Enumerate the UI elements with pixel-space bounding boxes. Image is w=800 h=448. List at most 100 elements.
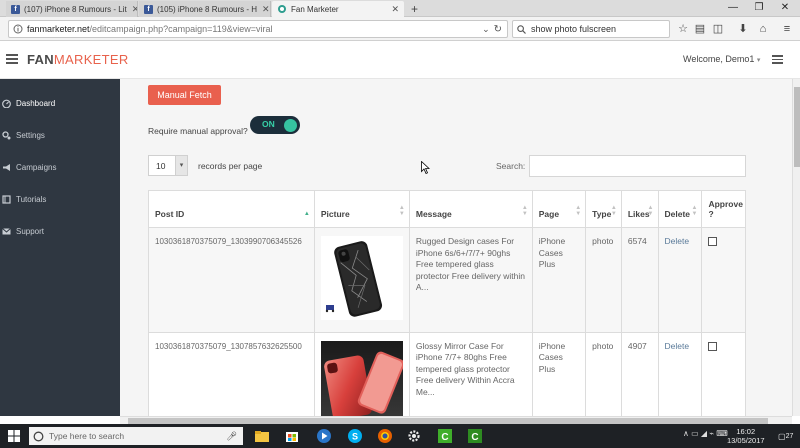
welcome-text: Welcome, Demo1 (683, 54, 755, 64)
system-tray[interactable]: ∧ ▭ ◢ ⌁ ⌨ (683, 429, 728, 438)
header-label: Type (592, 209, 612, 219)
header-label: Message (415, 209, 452, 219)
table-search-input[interactable] (529, 155, 746, 177)
close-icon[interactable]: ✕ (386, 4, 399, 15)
sidebar-item-support[interactable]: Support (0, 221, 120, 241)
fan-marketer-favicon (278, 5, 286, 13)
column-header-type[interactable]: Type ▲ ▼ (585, 190, 622, 228)
dashboard-icon (2, 99, 11, 108)
bookmark-star-icon[interactable]: ☆ (676, 21, 690, 37)
manual-fetch-button[interactable]: Manual Fetch (148, 85, 221, 105)
store-icon[interactable] (284, 428, 300, 444)
posts-table: Post ID ▲ Picture ▲ ▼ Message ▲ ▼ Page ▲ ▼ Type… (148, 190, 746, 416)
skype-icon[interactable]: S (347, 428, 363, 444)
sort-icon: ▲ ▼ (610, 205, 617, 217)
sidebar-item-dashboard[interactable]: Dashboard (0, 93, 120, 113)
close-icon[interactable]: ✕ (257, 4, 270, 15)
sidebar-item-tutorials[interactable]: Tutorials (0, 189, 120, 209)
records-per-page-label: records per page (198, 161, 263, 171)
dropdown-chevron-icon[interactable]: ⌄ (482, 24, 490, 35)
header-label: Likes (627, 209, 650, 219)
header-label: Delete (664, 209, 691, 219)
taskbar-clock[interactable]: 16:02 13/05/2017 (727, 427, 765, 445)
sidebar-item-campaigns[interactable]: Campaigns (0, 157, 120, 177)
header-label: Approve ? (708, 199, 743, 219)
windows-start-icon[interactable] (8, 430, 20, 442)
message-cell: Glossy Mirror Case For iPhone 7/7+ 80ghs… (408, 331, 533, 416)
tab-title: Fan Marketer (291, 4, 339, 14)
browser-nav-bar: fanmarketer.net/editcampaign.php?campaig… (0, 17, 800, 41)
likes-cell: 4907 (620, 331, 659, 416)
browser-tab-3-active[interactable]: Fan Marketer ✕ (272, 1, 404, 17)
svg-text:C: C (441, 432, 448, 443)
firefox-icon[interactable] (377, 428, 393, 444)
approve-cell (701, 331, 746, 416)
book-icon (2, 194, 11, 204)
file-explorer-icon[interactable] (254, 428, 270, 444)
type-cell: photo (585, 227, 622, 333)
product-photo-mirror-case[interactable] (320, 340, 405, 417)
delete-link[interactable]: Delete (657, 227, 703, 333)
taskbar-search-box[interactable]: Type here to search 🎤︎ (29, 427, 243, 445)
column-header-page[interactable]: Page ▲ ▼ (531, 190, 587, 228)
mouse-cursor-icon (421, 161, 430, 174)
main-content: Manual Fetch Require manual approval? ON… (120, 79, 792, 416)
info-icon (13, 24, 23, 34)
new-tab-button[interactable]: + (406, 1, 422, 17)
hamburger-menu-icon[interactable] (6, 54, 18, 64)
column-header-approve[interactable]: Approve ? (701, 190, 746, 228)
window-close-button[interactable]: ✕ (772, 0, 798, 16)
toggle-state-label: ON (262, 119, 275, 129)
approve-checkbox[interactable] (708, 341, 718, 351)
notification-center-icon[interactable]: ▢ 27 (778, 429, 794, 443)
download-icon[interactable]: ⬇ (736, 21, 750, 37)
column-header-delete[interactable]: Delete ▲ ▼ (657, 190, 703, 228)
minimize-button[interactable]: — (720, 0, 746, 16)
facebook-icon: f (144, 4, 153, 14)
restore-button[interactable]: ❐ (746, 0, 772, 16)
column-header-likes[interactable]: Likes ▲ ▼ (620, 190, 659, 228)
list-menu-icon[interactable] (772, 55, 783, 64)
close-icon[interactable]: ✕ (127, 4, 137, 15)
notification-count: 27 (785, 432, 794, 440)
post-id-cell: 1030361870375079_1303990706345526 (148, 227, 315, 333)
browser-menu-icon[interactable]: ≡ (780, 21, 794, 37)
browser-tab-1[interactable]: f (107) iPhone 8 Rumours - Lit ✕ (6, 1, 138, 17)
bullhorn-icon (3, 163, 10, 171)
reading-list-icon[interactable]: ▤ (693, 21, 707, 37)
app-logo[interactable]: FANMARKETER (27, 52, 129, 67)
camtasia-recorder-icon[interactable]: C (467, 428, 483, 444)
sidebar-item-settings[interactable]: Settings (0, 125, 120, 145)
browser-search-box[interactable]: show photo fulscreen (512, 20, 670, 38)
vertical-scrollbar[interactable] (792, 79, 800, 416)
delete-link[interactable]: Delete (657, 331, 703, 416)
require-approval-toggle[interactable]: ON (250, 116, 300, 134)
require-approval-label: Require manual approval? (148, 126, 248, 136)
cortana-icon (33, 431, 44, 441)
media-player-icon[interactable] (316, 428, 332, 444)
browser-tab-2[interactable]: f (105) iPhone 8 Rumours - H ✕ (139, 1, 271, 17)
column-header-post-id[interactable]: Post ID ▲ (148, 190, 315, 228)
table-row: 1030361870375079_1303990706345526 Rugged… (148, 227, 746, 333)
settings-gear-icon[interactable] (406, 428, 422, 444)
approve-cell (701, 227, 746, 333)
windows-taskbar: Type here to search 🎤︎ S C C ∧ ▭ ◢ ⌁ ⌨ 1… (0, 424, 800, 448)
camtasia-icon[interactable]: C (437, 428, 453, 444)
scrollbar-thumb[interactable] (794, 87, 800, 167)
save-pocket-icon[interactable]: ◫ (711, 21, 725, 37)
gears-icon (2, 130, 11, 139)
records-per-page-select[interactable]: 10 ▾ (148, 155, 188, 176)
approve-checkbox[interactable] (708, 237, 718, 246)
browser-tab-strip: f (107) iPhone 8 Rumours - Lit ✕ f (105)… (0, 0, 800, 17)
sort-icon: ▲ ▼ (398, 205, 405, 217)
reload-icon[interactable]: ↻ (494, 24, 502, 35)
product-photo-rugged-case[interactable] (320, 236, 403, 320)
column-header-picture[interactable]: Picture ▲ ▼ (313, 190, 410, 228)
address-bar[interactable]: fanmarketer.net/editcampaign.php?campaig… (8, 20, 508, 38)
column-header-message[interactable]: Message ▲ ▼ (408, 190, 533, 228)
microphone-icon[interactable]: 🎤︎ (226, 431, 237, 442)
user-menu[interactable]: Welcome, Demo1 ▾ (683, 54, 760, 64)
home-icon[interactable]: ⌂ (756, 21, 770, 37)
header-label: Picture (320, 209, 350, 219)
horizontal-scrollbar[interactable] (120, 416, 792, 424)
